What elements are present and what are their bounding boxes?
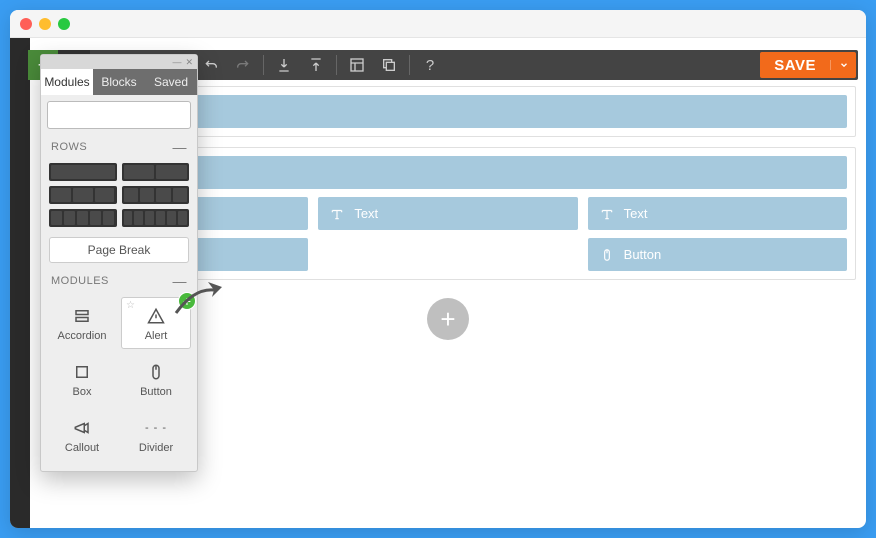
button-module-block[interactable]: Button (588, 238, 847, 271)
row-layout-1col[interactable] (49, 163, 117, 181)
row-layout-3col[interactable] (49, 186, 117, 204)
column-3[interactable]: Text Button (588, 197, 847, 271)
row-layout-6col[interactable] (122, 209, 190, 227)
text-module-block[interactable]: Text (318, 197, 577, 230)
module-label: Accordion (50, 330, 114, 342)
mouse-icon (600, 248, 614, 262)
layout-icon[interactable] (341, 50, 373, 80)
help-icon[interactable]: ? (414, 50, 446, 80)
panel-close-icon[interactable]: ✕ (185, 57, 193, 68)
module-button[interactable]: Button (121, 353, 191, 405)
favorite-star-icon[interactable]: ☆ (126, 300, 135, 311)
window-maximize-button[interactable] (58, 18, 70, 30)
panel-tabs: Modules Blocks Saved (41, 69, 197, 95)
panel-titlebar[interactable]: — ✕ (41, 55, 197, 69)
page-break-button[interactable]: Page Break (49, 237, 189, 263)
text-icon (600, 207, 614, 221)
panel-minimize-icon[interactable]: — (172, 57, 181, 67)
add-module-badge[interactable]: + (178, 292, 196, 310)
accordion-icon (50, 306, 114, 326)
divider-icon: - - - (124, 418, 188, 438)
modules-grid: Accordion ☆ + Alert Box Button Callout (41, 293, 197, 471)
megaphone-icon (50, 418, 114, 438)
tab-modules[interactable]: Modules (41, 69, 93, 95)
duplicate-icon[interactable] (373, 50, 405, 80)
search-field[interactable] (47, 101, 191, 129)
download-icon[interactable] (268, 50, 300, 80)
mac-titlebar (10, 10, 866, 38)
text-module-block[interactable]: Text (588, 197, 847, 230)
module-label: Button (124, 386, 188, 398)
modules-header: MODULES — (41, 269, 197, 293)
module-box[interactable]: Box (47, 353, 117, 405)
left-dark-rail (10, 38, 30, 528)
tab-blocks[interactable]: Blocks (93, 69, 145, 95)
window-minimize-button[interactable] (39, 18, 51, 30)
save-dropdown-toggle[interactable] (830, 60, 856, 70)
block-label: Text (354, 206, 378, 221)
column-2[interactable]: Text (318, 197, 577, 271)
module-label: Alert (124, 330, 188, 342)
module-label: Divider (124, 442, 188, 454)
rows-header: ROWS — (41, 135, 197, 159)
redo-icon[interactable] (227, 50, 259, 80)
module-label: Box (50, 386, 114, 398)
search-input[interactable] (54, 108, 230, 123)
mouse-icon (124, 362, 188, 382)
module-accordion[interactable]: Accordion (47, 297, 117, 349)
modules-panel: — ✕ Modules Blocks Saved ROWS — Page Bre (40, 54, 198, 472)
block-label: Text (624, 206, 648, 221)
rows-label: ROWS (51, 141, 87, 153)
box-icon (50, 362, 114, 382)
module-callout[interactable]: Callout (47, 409, 117, 461)
module-label: Callout (50, 442, 114, 454)
row-layout-2col[interactable] (122, 163, 190, 181)
save-button[interactable]: SAVE (760, 52, 856, 78)
module-divider[interactable]: - - - Divider (121, 409, 191, 461)
add-row-button[interactable]: + (427, 298, 469, 340)
upload-icon[interactable] (300, 50, 332, 80)
save-button-label: SAVE (760, 57, 830, 74)
window-close-button[interactable] (20, 18, 32, 30)
module-alert[interactable]: ☆ + Alert (121, 297, 191, 349)
row-layout-5col[interactable] (49, 209, 117, 227)
tab-saved[interactable]: Saved (145, 69, 197, 95)
undo-icon[interactable] (195, 50, 227, 80)
rows-layouts-grid (41, 159, 197, 231)
row-layout-4col[interactable] (122, 186, 190, 204)
text-icon (330, 207, 344, 221)
app-window: + ? (10, 10, 866, 528)
block-label: Button (624, 247, 662, 262)
modules-collapse-toggle[interactable]: — (173, 273, 188, 289)
rows-collapse-toggle[interactable]: — (173, 139, 188, 155)
modules-label: MODULES (51, 275, 109, 287)
